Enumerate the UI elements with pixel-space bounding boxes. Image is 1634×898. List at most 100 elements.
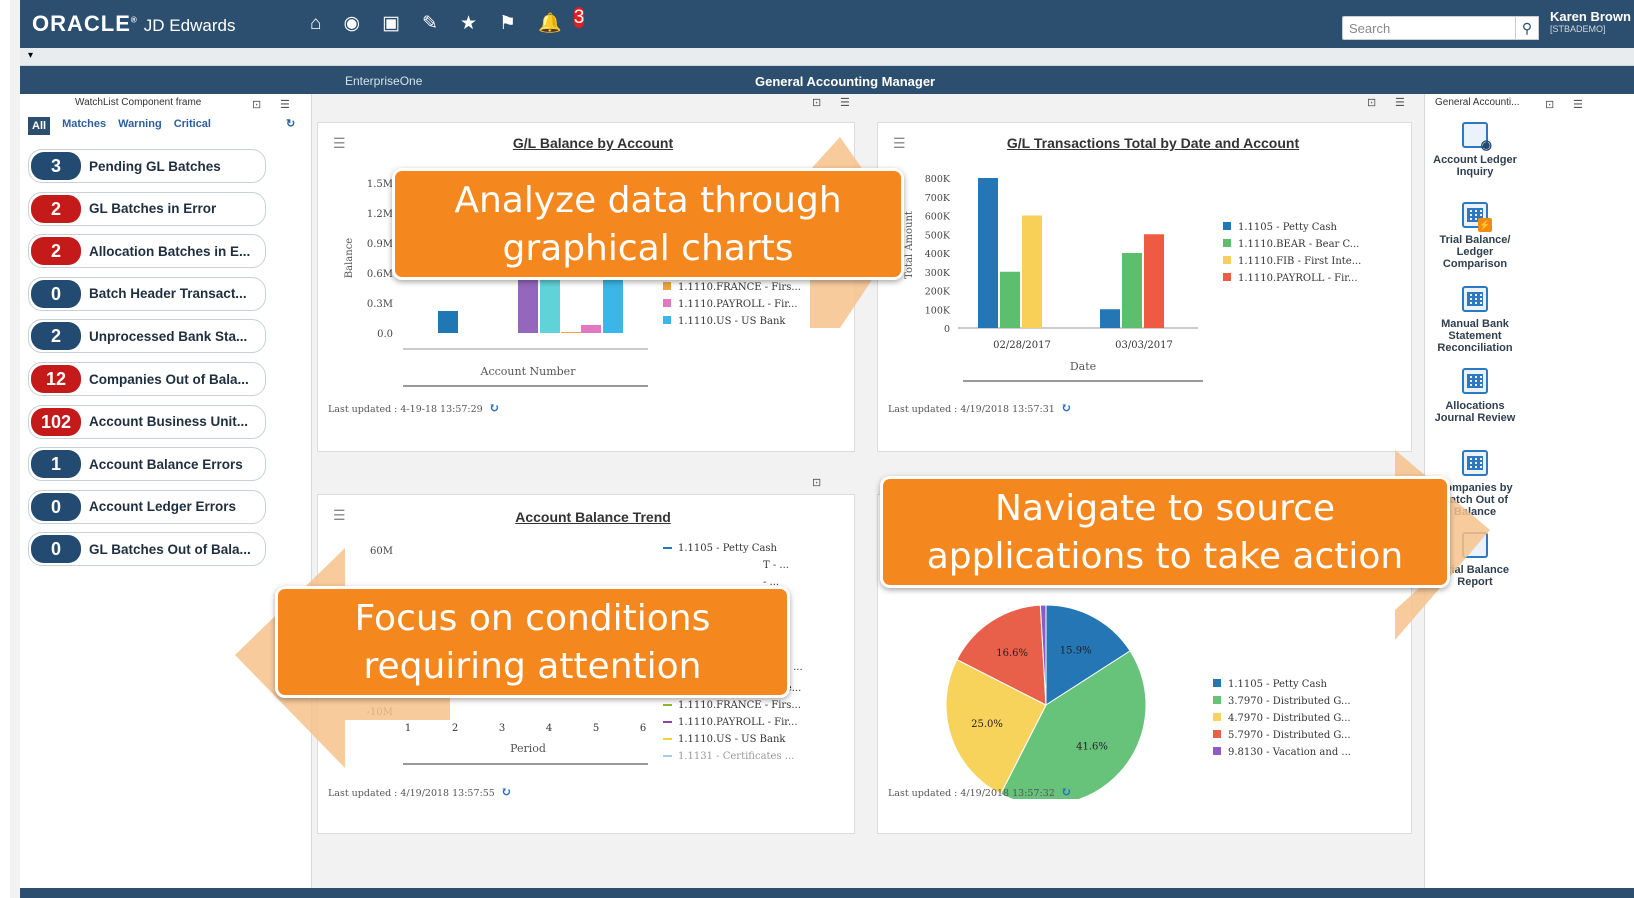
notification-bell-icon[interactable]: 🔔 3 bbox=[538, 7, 585, 34]
search-input[interactable]: Search bbox=[1342, 16, 1517, 40]
y-tick-label: 1.5M bbox=[367, 179, 393, 190]
maximize-icon[interactable]: ⊡ bbox=[252, 96, 261, 114]
updated-text: Last updated : 4-19-18 13:57:29 bbox=[328, 404, 483, 415]
balance-trend-title: Account Balance Trend bbox=[515, 509, 671, 525]
watchlist-item[interactable]: 2 GL Batches in Error bbox=[28, 191, 266, 226]
tab-critical[interactable]: Critical bbox=[174, 114, 211, 134]
collapse-bar[interactable]: ▾ bbox=[20, 48, 1634, 66]
legend-swatch bbox=[663, 282, 671, 290]
watchlist-count-badge: 0 bbox=[31, 492, 81, 521]
watchlist-item-label: Batch Header Transact... bbox=[89, 286, 247, 302]
refresh-icon[interactable]: ↻ bbox=[286, 114, 295, 134]
updated-text: Last updated : 4/19/2018 13:57:55 bbox=[328, 788, 495, 799]
focus-callout: Focus on conditions requiring attention bbox=[275, 586, 790, 698]
watchlist-item-label: Pending GL Batches bbox=[89, 158, 221, 174]
legend-swatch bbox=[1213, 696, 1221, 704]
edit-icon[interactable]: ✎ bbox=[422, 14, 438, 34]
hamburger-icon[interactable]: ☰ bbox=[893, 135, 906, 152]
quick-links-panel: General Accounti... ⊡ ☰ Account Ledger I… bbox=[1424, 94, 1634, 898]
tile-label: Manual Bank Statement Reconciliation bbox=[1437, 318, 1513, 354]
x-tick-label: 03/03/2017 bbox=[1115, 340, 1173, 351]
tile-trial-balance-comparison[interactable]: Trial Balance/ Ledger Comparison bbox=[1425, 202, 1525, 270]
legend-swatch bbox=[663, 755, 672, 757]
watchlist-item[interactable]: 1 Account Balance Errors bbox=[28, 447, 266, 482]
balance-trend-updated: Last updated : 4/19/2018 13:57:55 ↻ bbox=[328, 785, 512, 800]
refresh-icon[interactable]: ↻ bbox=[489, 401, 500, 416]
tile-allocations-journal-review[interactable]: Allocations Journal Review bbox=[1425, 368, 1525, 424]
notification-badge: 3 bbox=[573, 7, 585, 28]
calculator-icon bbox=[1462, 368, 1488, 394]
favorites-star-icon[interactable]: ★ bbox=[460, 14, 477, 34]
watchlist-item[interactable]: 3 Pending GL Batches bbox=[28, 149, 266, 183]
navigate-callout: Navigate to source applications to take … bbox=[880, 476, 1450, 588]
y-tick-label: 700K bbox=[925, 193, 951, 204]
hamburger-icon[interactable]: ☰ bbox=[333, 507, 346, 524]
x-tick-label: 6 bbox=[640, 723, 646, 734]
watchlist-item[interactable]: 2 Allocation Batches in E... bbox=[28, 234, 266, 269]
pie-updated: Last updated : 4/19/2018 13:57:32 ↻ bbox=[888, 785, 1072, 800]
watchlist-item-label: Account Ledger Errors bbox=[89, 499, 237, 515]
legend-entry: 3.7970 - Distributed G... bbox=[1228, 696, 1351, 707]
bar bbox=[1100, 309, 1120, 328]
watchlist-item[interactable]: 0 Batch Header Transact... bbox=[28, 276, 266, 311]
refresh-icon[interactable]: ↻ bbox=[501, 785, 512, 800]
gl-transactions-panel: ☰ G/L Transactions Total by Date and Acc… bbox=[877, 122, 1412, 452]
menu-icon[interactable]: ☰ bbox=[1395, 96, 1405, 109]
refresh-icon[interactable]: ↻ bbox=[1061, 401, 1072, 416]
menu-icon[interactable]: ☰ bbox=[280, 96, 290, 114]
oracle-jde-logo[interactable]: ORACLE® JD Edwards bbox=[32, 11, 235, 37]
watchlist-item[interactable]: 102 Account Business Unit... bbox=[28, 404, 266, 439]
maximize-icon[interactable]: ⊡ bbox=[812, 96, 821, 109]
chart-icon[interactable]: ▣ bbox=[382, 14, 400, 34]
gl-balance-title: G/L Balance by Account bbox=[512, 135, 674, 151]
legend-entry-partial: T - ... bbox=[763, 560, 789, 571]
x-tick-label: 02/28/2017 bbox=[993, 340, 1051, 351]
tile-manual-bank-reconciliation[interactable]: Manual Bank Statement Reconciliation bbox=[1425, 286, 1525, 354]
watchlist-count-badge: 2 bbox=[31, 237, 81, 266]
refresh-icon[interactable]: ↻ bbox=[1061, 785, 1072, 800]
bar bbox=[1122, 253, 1142, 328]
menu-icon[interactable]: ☰ bbox=[840, 96, 850, 109]
bar bbox=[561, 332, 581, 333]
report-icon bbox=[1462, 532, 1488, 558]
user-menu[interactable]: Karen Brown [STBADEMO] bbox=[1550, 10, 1631, 36]
legend-swatch bbox=[663, 299, 671, 307]
logo-text: ORACLE bbox=[32, 11, 131, 36]
bar bbox=[1022, 215, 1042, 328]
tile-account-ledger-inquiry[interactable]: Account Ledger Inquiry bbox=[1425, 122, 1525, 178]
breadcrumb-enterpriseone[interactable]: EnterpriseOne bbox=[345, 74, 422, 88]
watchlist-item[interactable]: 2 Unprocessed Bank Sta... bbox=[28, 319, 266, 354]
tab-matches[interactable]: Matches bbox=[62, 114, 106, 134]
flag-icon[interactable]: ⚑ bbox=[499, 14, 516, 34]
watchlist-title: WatchList Component frame bbox=[75, 97, 202, 108]
maximize-icon[interactable]: ⊡ bbox=[812, 476, 821, 489]
watchlist-item[interactable]: 0 Account Ledger Errors bbox=[28, 489, 266, 524]
nav-icon-group: ⌂ ◉ ▣ ✎ ★ ⚑ 🔔 3 bbox=[310, 7, 585, 34]
y-tick-label: 0 bbox=[944, 324, 950, 335]
recent-icon[interactable]: ◉ bbox=[343, 14, 360, 34]
search-icon[interactable]: ⚲ bbox=[1515, 16, 1539, 40]
maximize-icon[interactable]: ⊡ bbox=[1545, 96, 1554, 114]
watchlist-item[interactable]: 0 GL Batches Out of Bala... bbox=[28, 532, 266, 567]
x-tick-label: 2 bbox=[452, 723, 458, 734]
x-tick-label: 1 bbox=[405, 723, 411, 734]
tab-warning[interactable]: Warning bbox=[118, 114, 162, 134]
legend-entry: 1.1110.BEAR - Bear C... bbox=[1238, 239, 1359, 250]
x-tick-label: 3 bbox=[499, 723, 505, 734]
ledger-search-icon bbox=[1462, 122, 1492, 152]
legend-swatch bbox=[1223, 273, 1231, 281]
maximize-icon[interactable]: ⊡ bbox=[1367, 96, 1376, 109]
legend-entry: 1.1110.FIB - First Inte... bbox=[1238, 256, 1361, 267]
calculator-icon bbox=[1462, 286, 1488, 312]
menu-icon[interactable]: ☰ bbox=[1573, 96, 1583, 114]
legend-swatch bbox=[1223, 256, 1231, 264]
hamburger-icon[interactable]: ☰ bbox=[333, 135, 346, 152]
watchlist-item[interactable]: 12 Companies Out of Bala... bbox=[28, 362, 266, 396]
y-axis-label: Total Amount bbox=[904, 211, 915, 279]
y-tick-label: 600K bbox=[925, 212, 951, 223]
tab-all[interactable]: All bbox=[28, 117, 51, 135]
pie-label: 25.0% bbox=[971, 719, 1003, 730]
watchlist-count-badge: 2 bbox=[31, 194, 81, 223]
watchlist-item-label: Allocation Batches in E... bbox=[89, 243, 251, 259]
home-icon[interactable]: ⌂ bbox=[310, 14, 321, 34]
